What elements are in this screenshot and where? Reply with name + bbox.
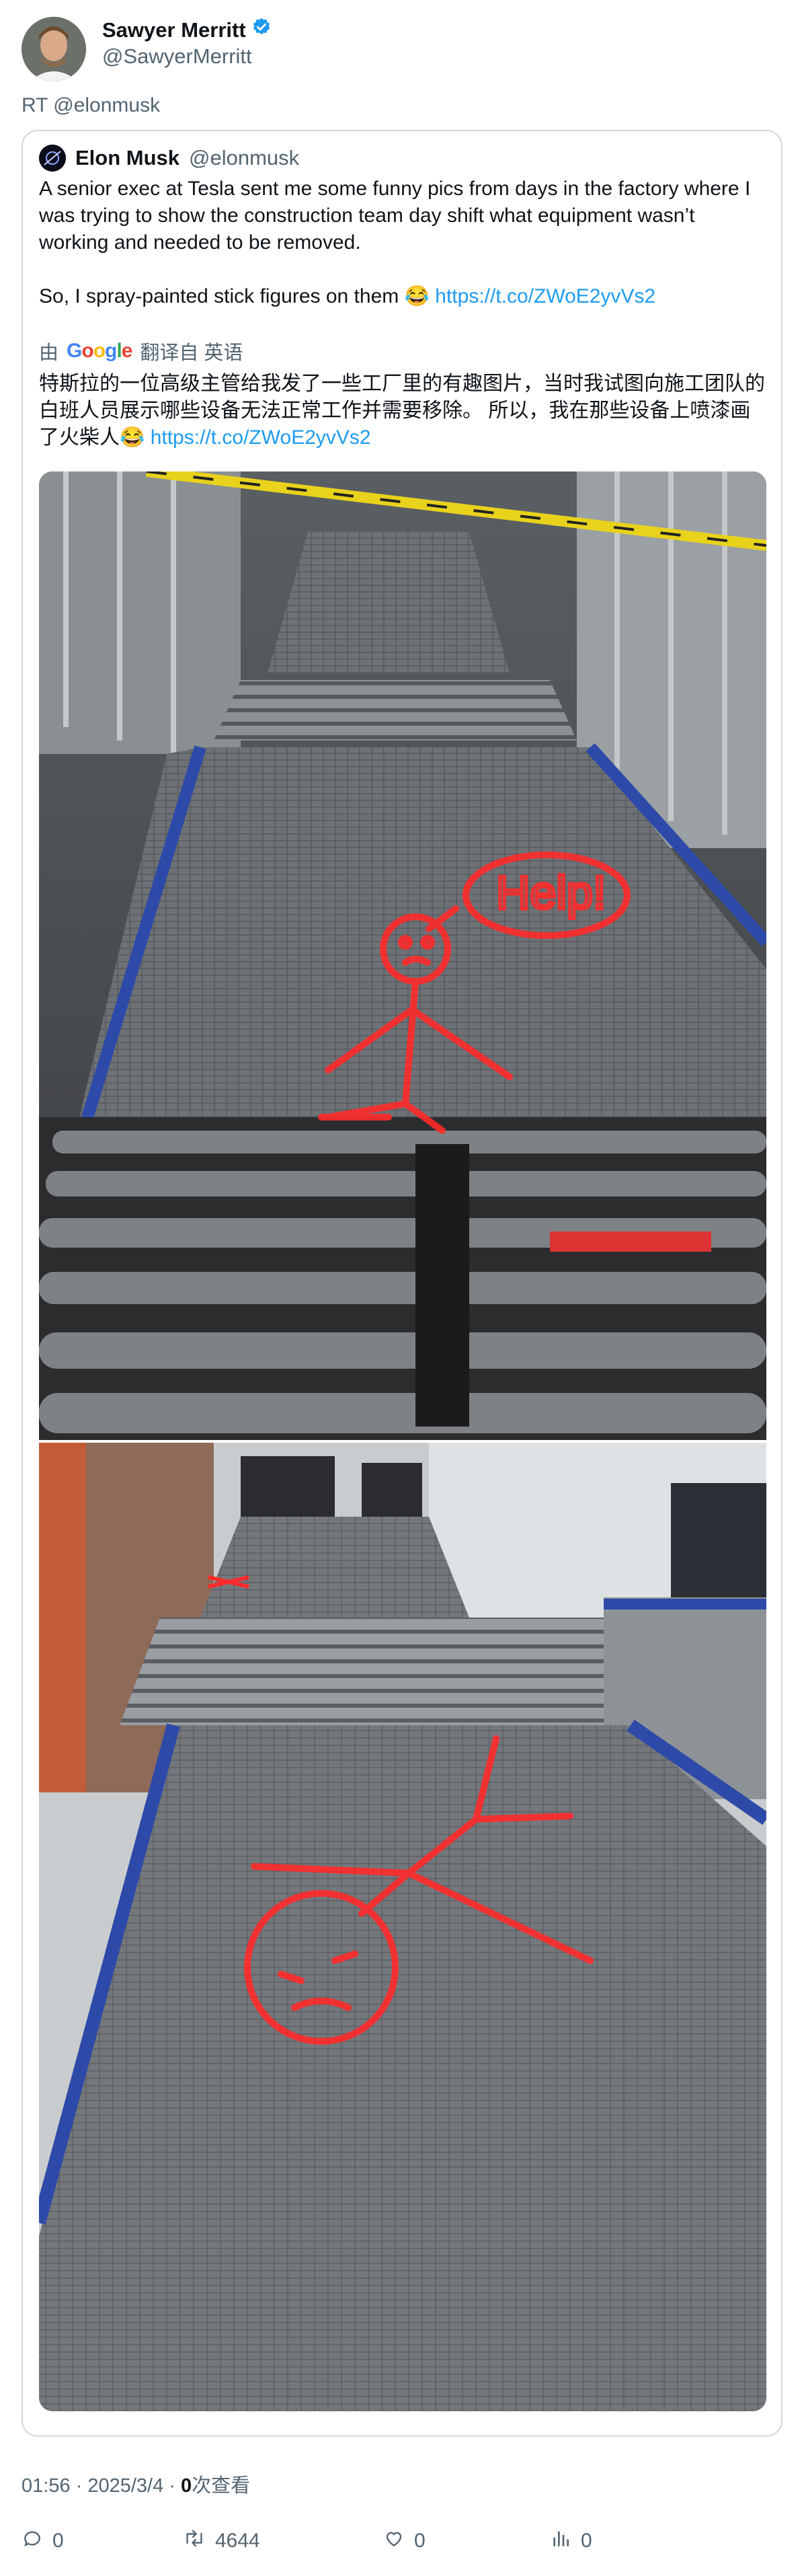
tweet-image-2[interactable] — [39, 1443, 766, 2411]
reply-count: 0 — [52, 2530, 64, 2552]
quoted-tweet[interactable]: Elon Musk @elonmusk A senior exec at Tes… — [22, 130, 782, 2437]
retweet-count: 4644 — [215, 2530, 260, 2552]
translated-text: 特斯拉的一位高级主管给我发了一些工厂里的有趣图片，当时我试图向施工团队的白班人员… — [39, 371, 766, 451]
retweet-icon — [183, 2528, 206, 2554]
tweet-meta: 01:56 · 2025/3/4 · 0次查看 — [22, 2470, 250, 2498]
reply-icon — [22, 2528, 43, 2554]
view-label: 次查看 — [192, 2475, 251, 2497]
retweet-label: RT @elonmusk — [22, 94, 161, 116]
retweet-button[interactable]: 4644 — [183, 2528, 260, 2554]
like-button[interactable]: 0 — [383, 2528, 426, 2554]
conveyor-photo-upside-down-figure-icon — [39, 1443, 766, 2411]
translation-prefix: 由 — [39, 342, 59, 364]
quoted-author-handle[interactable]: @elonmusk — [189, 146, 299, 170]
quoted-tweet-header: Elon Musk @elonmusk — [39, 143, 299, 173]
conveyor-photo-help-figure-icon: Help! — [39, 471, 766, 1440]
quoted-text-link[interactable]: https://t.co/ZWoE2yvVs2 — [435, 285, 655, 307]
author-handle[interactable]: @SawyerMerritt — [102, 44, 252, 69]
reply-button[interactable]: 0 — [22, 2528, 64, 2554]
like-count: 0 — [414, 2530, 426, 2552]
author-avatar[interactable] — [22, 17, 86, 81]
tweet-header: Sawyer Merritt @SawyerMerritt — [22, 17, 781, 84]
quoted-avatar[interactable] — [39, 145, 66, 172]
verified-badge-icon — [251, 17, 272, 43]
tweet-image-1[interactable]: Help! — [39, 471, 766, 1440]
quoted-tweet-text: A senior exec at Tesla sent me some funn… — [39, 176, 765, 310]
translation-attribution: 由 Google 翻译自 英语 — [39, 337, 243, 365]
views-button[interactable]: 0 — [550, 2528, 592, 2554]
heart-icon — [383, 2528, 405, 2554]
translated-text-link[interactable]: https://t.co/ZWoE2yvVs2 — [151, 426, 371, 449]
bar-chart-icon — [550, 2528, 571, 2554]
author-name-text[interactable]: Sawyer Merritt — [102, 17, 246, 43]
author-name[interactable]: Sawyer Merritt — [102, 17, 272, 43]
tweet-timestamp[interactable]: 01:56 · 2025/3/4 · — [22, 2475, 181, 2497]
translation-suffix: 翻译自 英语 — [140, 342, 243, 364]
google-logo-icon: Google — [67, 340, 132, 362]
views-count: 0 — [581, 2530, 592, 2552]
action-bar: 0 4644 0 0 — [22, 2528, 781, 2561]
view-count: 0 — [181, 2475, 192, 2497]
quoted-author-name[interactable]: Elon Musk — [75, 146, 179, 170]
svg-text:Help!: Help! — [496, 866, 606, 919]
translated-text-body: 特斯拉的一位高级主管给我发了一些工厂里的有趣图片，当时我试图向施工团队的白班人员… — [39, 373, 765, 449]
